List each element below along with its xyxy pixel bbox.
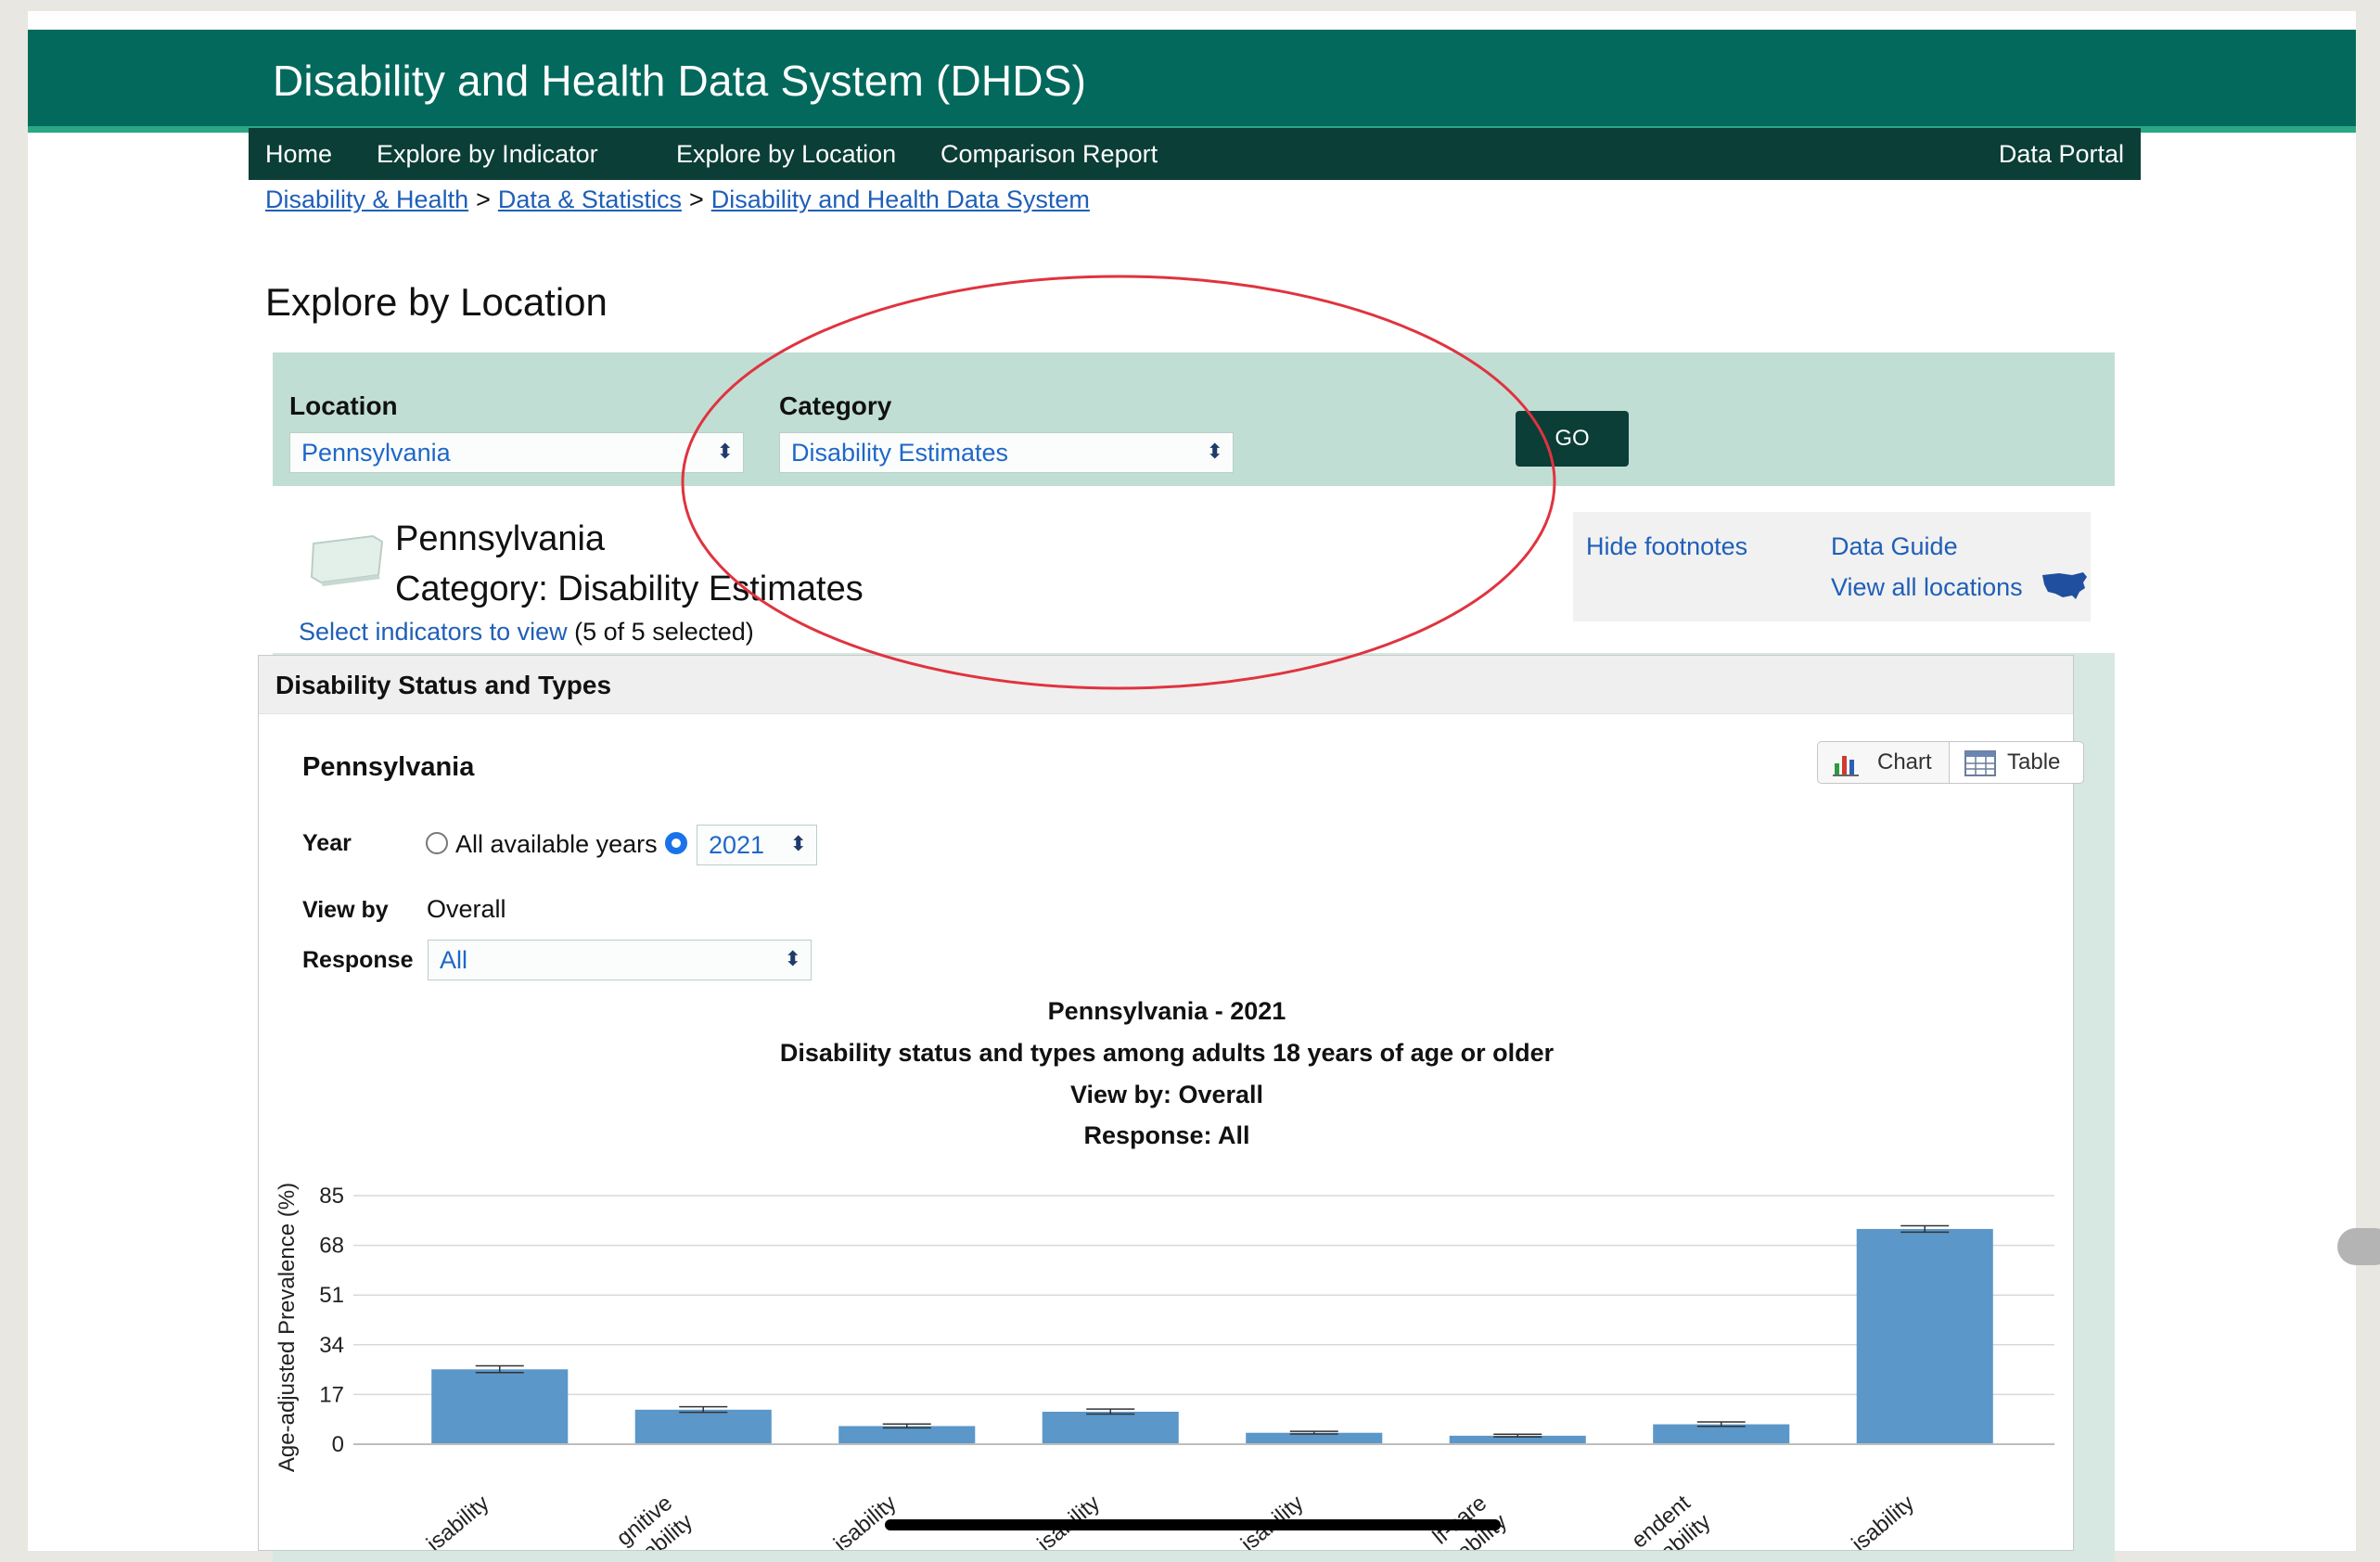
select-arrows-icon: ⬍ xyxy=(784,947,801,970)
viewby-label: View by xyxy=(302,897,389,923)
site-title[interactable]: Disability and Health Data System (DHDS) xyxy=(273,56,1086,106)
top-navigation: Home Explore by Indicator Explore by Loc… xyxy=(249,128,2141,180)
bar xyxy=(838,1426,976,1444)
nav-data-portal[interactable]: Data Portal xyxy=(1999,128,2124,180)
category-label: Category xyxy=(779,391,892,420)
chart-toggle-label: Chart xyxy=(1877,749,1932,775)
y-tick-label: 0 xyxy=(332,1432,344,1457)
bar-chart: Age-adjusted Prevalence (%) 0 17 34 51 68 85 is… xyxy=(275,1183,2054,1550)
panel-title: Disability Status and Types xyxy=(275,671,612,699)
bar xyxy=(1653,1424,1790,1444)
year-label: Year xyxy=(302,830,352,856)
page-title: Explore by Location xyxy=(265,280,608,324)
y-axis-label: Age-adjusted Prevalence (%) xyxy=(275,1183,300,1472)
response-label: Response xyxy=(302,947,414,973)
select-indicators-link[interactable]: Select indicators to view xyxy=(299,618,568,646)
y-tick-label: 34 xyxy=(319,1333,344,1358)
view-all-locations-link[interactable]: View all locations xyxy=(1831,573,2023,602)
site-banner: Disability and Health Data System (DHDS) xyxy=(28,30,2356,133)
data-guide-link[interactable]: Data Guide xyxy=(1831,532,1958,561)
panel-location: Pennsylvania xyxy=(302,752,475,782)
viewby-value: Overall xyxy=(427,895,506,923)
y-tick-label: 85 xyxy=(319,1184,344,1209)
nav-explore-by-location[interactable]: Explore by Location xyxy=(676,128,896,180)
panel-header: Disability Status and Types xyxy=(259,656,2073,714)
table-toggle[interactable]: Table xyxy=(1950,742,2083,783)
location-select-value: Pennsylvania xyxy=(301,439,451,467)
table-toggle-label: Table xyxy=(2007,749,2061,775)
all-years-radio[interactable] xyxy=(426,832,448,854)
single-year-radio[interactable] xyxy=(665,832,687,854)
select-indicators: Select indicators to view (5 of 5 select… xyxy=(299,618,754,647)
y-tick-label: 51 xyxy=(319,1283,344,1308)
location-name: Pennsylvania xyxy=(395,519,606,558)
breadcrumb-separator: > xyxy=(688,186,704,213)
breadcrumb-disability-health[interactable]: Disability & Health xyxy=(265,186,468,213)
chart-subtitle: Disability status and types among adults… xyxy=(779,1039,1555,1067)
bar xyxy=(634,1409,772,1444)
select-arrows-icon: ⬍ xyxy=(716,440,734,463)
nav-explore-by-indicator[interactable]: Explore by Indicator xyxy=(377,128,598,180)
hide-footnotes-link[interactable]: Hide footnotes xyxy=(1586,532,1747,561)
selected-count: (5 of 5 selected) xyxy=(574,618,754,646)
indicator-panel: Disability Status and Types Pennsylvania… xyxy=(258,655,2084,1551)
y-tick-label: 68 xyxy=(319,1234,344,1259)
view-toggle: Chart Table xyxy=(1817,741,2084,784)
side-tab-handle[interactable] xyxy=(2337,1228,2380,1265)
year-select[interactable]: 2021 ⬍ xyxy=(697,825,817,865)
bar xyxy=(431,1369,569,1444)
chart-title: Pennsylvania - 2021 xyxy=(1047,997,1286,1025)
filter-bar: Location Pennsylvania ⬍ Category Disabil… xyxy=(273,352,2115,486)
x-tick-label: isability xyxy=(1847,1491,1919,1550)
all-years-label: All available years xyxy=(455,830,658,858)
select-arrows-icon: ⬍ xyxy=(789,832,807,855)
location-category: Category: Disability Estimates xyxy=(395,570,864,608)
usa-map-icon[interactable] xyxy=(2041,570,2089,603)
chart-viewby-caption: View by: Overall xyxy=(1069,1081,1264,1108)
table-icon xyxy=(1964,750,1996,776)
bar xyxy=(1856,1228,1993,1444)
category-select-value: Disability Estimates xyxy=(791,439,1009,467)
breadcrumb-data-statistics[interactable]: Data & Statistics xyxy=(498,186,682,213)
response-select[interactable]: All ⬍ xyxy=(428,940,812,980)
breadcrumb-dhds[interactable]: Disability and Health Data System xyxy=(711,186,1090,213)
chart-response-caption: Response: All xyxy=(1083,1121,1250,1149)
y-tick-label: 17 xyxy=(319,1382,344,1407)
horizontal-scrollbar[interactable] xyxy=(885,1519,1501,1530)
side-links-box: Hide footnotes Data Guide View all locat… xyxy=(1573,512,2091,621)
breadcrumb-separator: > xyxy=(476,186,491,213)
breadcrumb: Disability & Health > Data & Statistics > Di… xyxy=(265,186,1090,214)
category-select[interactable]: Disability Estimates ⬍ xyxy=(779,432,1234,473)
go-button[interactable]: GO xyxy=(1516,411,1629,467)
select-arrows-icon: ⬍ xyxy=(1206,440,1223,463)
response-select-value: All xyxy=(440,946,468,974)
nav-comparison-report[interactable]: Comparison Report xyxy=(940,128,1158,180)
bar xyxy=(1042,1412,1179,1444)
chart-toggle[interactable]: Chart xyxy=(1818,742,1950,783)
state-map-icon xyxy=(310,534,384,586)
nav-home[interactable]: Home xyxy=(265,128,332,180)
year-select-value: 2021 xyxy=(709,831,765,859)
bar-chart-icon xyxy=(1833,756,1859,776)
location-label: Location xyxy=(289,391,398,420)
x-tick-label: isability xyxy=(422,1491,494,1550)
location-select[interactable]: Pennsylvania ⬍ xyxy=(289,432,744,473)
